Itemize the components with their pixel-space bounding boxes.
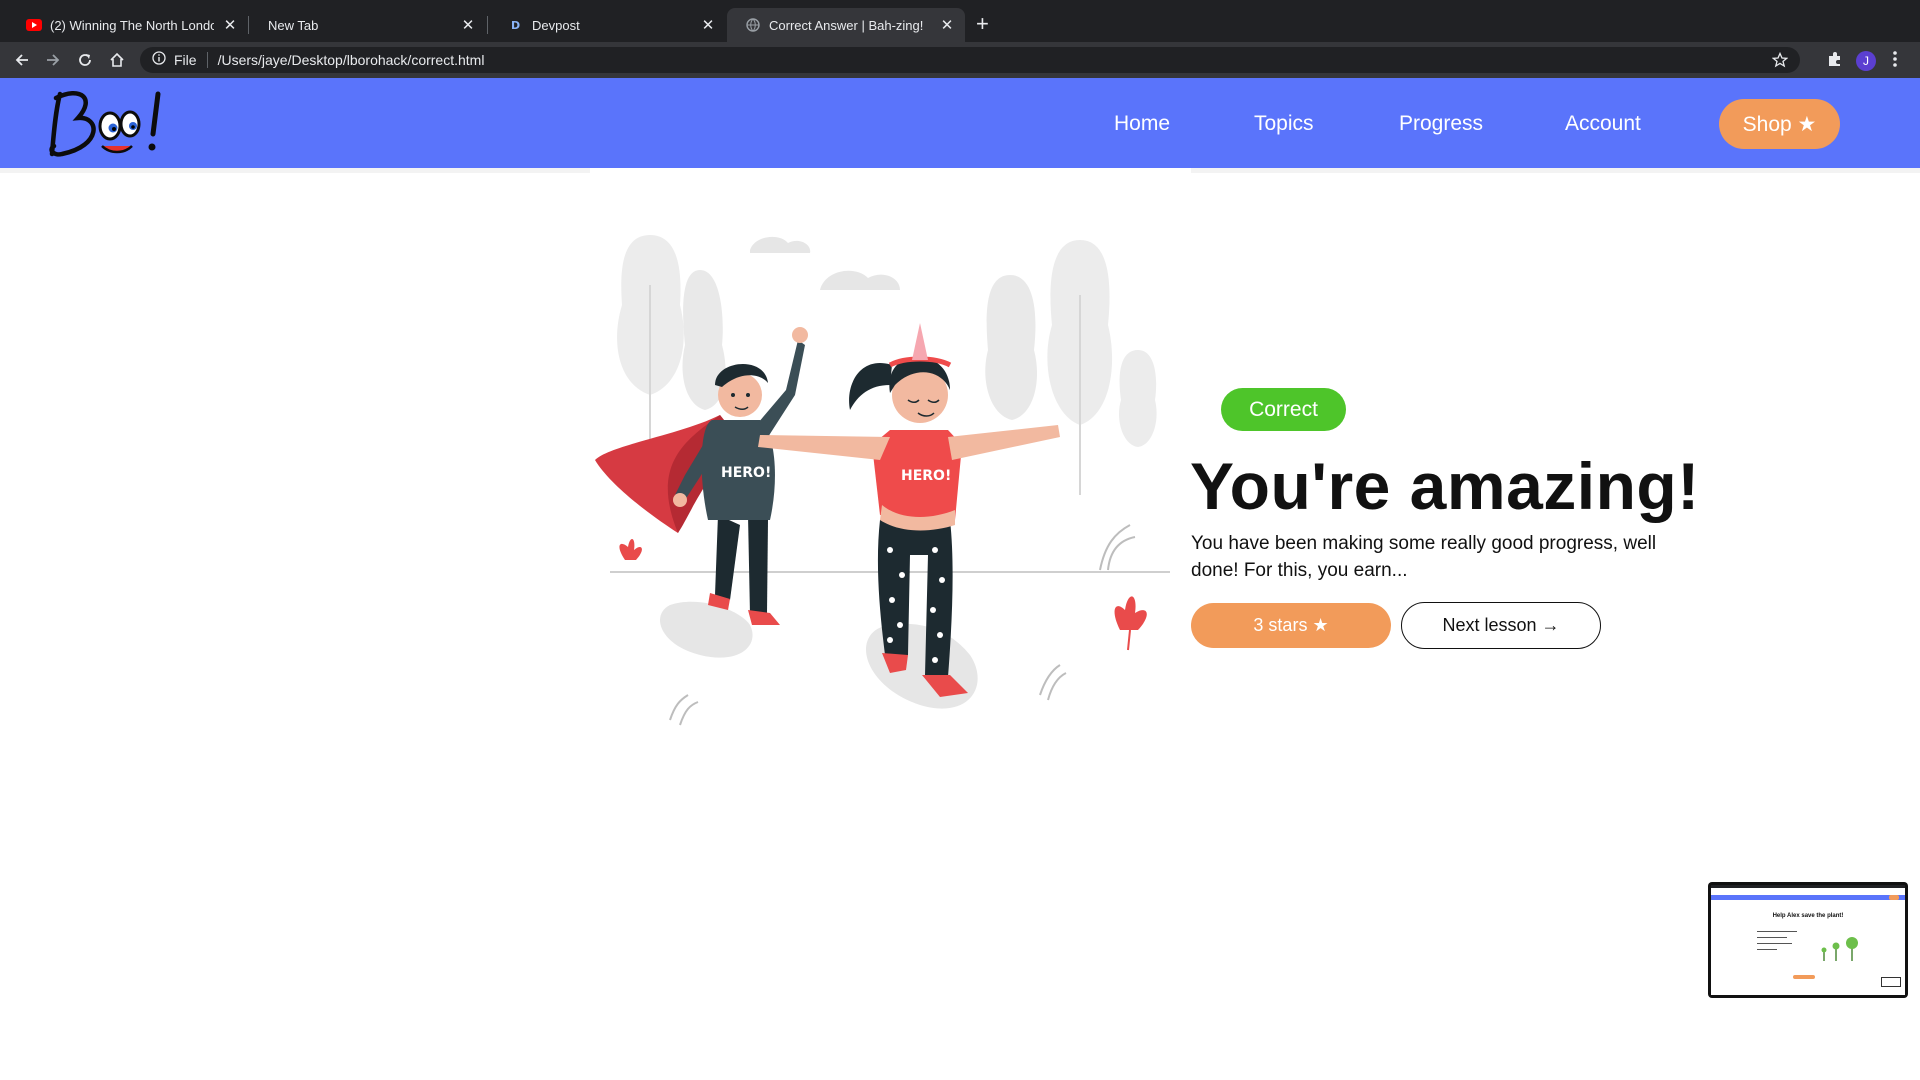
header-shadow-right — [1191, 168, 1920, 173]
tab-title: (2) Winning The North London — [50, 17, 214, 33]
profile-avatar[interactable]: J — [1856, 51, 1876, 71]
close-icon[interactable]: ✕ — [939, 17, 955, 34]
menu-kebab-icon[interactable] — [1892, 50, 1898, 73]
tab-divider — [248, 16, 249, 34]
kids-celebration-illustration: HERO! HERO! — [590, 215, 1180, 755]
boo-logo[interactable] — [40, 84, 170, 164]
nav-account[interactable]: Account — [1565, 112, 1641, 136]
tab-devpost[interactable]: D Devpost ✕ — [490, 8, 726, 42]
tab-title: Correct Answer | Bah-zing! — [769, 17, 924, 33]
tab-new-tab[interactable]: New Tab ✕ — [250, 8, 486, 42]
page-title: You're amazing! — [1190, 449, 1700, 523]
preview-line — [1757, 931, 1797, 932]
info-icon[interactable] — [152, 50, 166, 70]
shop-button[interactable]: Shop ★ — [1719, 99, 1840, 149]
youtube-icon — [26, 17, 42, 33]
preview-header — [1711, 895, 1905, 900]
svg-text:D: D — [511, 19, 520, 32]
tab-correct-answer[interactable]: Correct Answer | Bah-zing! ✕ — [727, 8, 965, 42]
plant-icon — [1821, 937, 1858, 961]
boy-shirt-text: HERO! — [721, 465, 771, 481]
tab-divider — [487, 16, 488, 34]
nav-topics[interactable]: Topics — [1254, 112, 1314, 136]
devpost-icon: D — [508, 17, 524, 33]
back-icon[interactable] — [12, 50, 32, 70]
url-text[interactable]: /Users/jaye/Desktop/lborohack/correct.ht… — [218, 52, 485, 68]
reload-icon[interactable] — [75, 50, 95, 70]
close-icon[interactable]: ✕ — [460, 17, 476, 34]
tab-youtube[interactable]: (2) Winning The North London ✕ — [8, 8, 248, 42]
home-icon[interactable] — [107, 50, 127, 70]
progress-message: You have been making some really good pr… — [1191, 533, 1657, 581]
close-icon[interactable]: ✕ — [222, 17, 238, 34]
preview-chrome — [1711, 885, 1905, 888]
globe-icon — [745, 17, 761, 33]
preview-title: Help Alex save the plant! — [1772, 913, 1844, 919]
tab-title: New Tab — [268, 17, 319, 33]
nav-home[interactable]: Home — [1114, 112, 1170, 136]
forward-icon[interactable] — [43, 50, 63, 70]
correct-badge: Correct — [1221, 388, 1346, 431]
nav-progress[interactable]: Progress — [1399, 112, 1483, 136]
browser-tabstrip: (2) Winning The North London ✕ New Tab ✕… — [0, 0, 1920, 42]
address-bar[interactable]: File /Users/jaye/Desktop/lborohack/corre… — [140, 47, 1800, 73]
preview-button — [1793, 975, 1815, 979]
preview-page: Help Alex save the plant! — [1711, 885, 1905, 995]
url-scheme-label: File — [174, 52, 197, 68]
new-tab-button[interactable]: + — [976, 13, 989, 35]
screen-share-preview[interactable]: Help Alex save the plant! — [1708, 882, 1908, 998]
preview-line — [1757, 949, 1777, 950]
girl-shirt-text: HERO! — [901, 468, 951, 484]
omnibox-divider — [206, 52, 208, 68]
next-lesson-button[interactable]: Next lesson → — [1401, 602, 1601, 649]
close-icon[interactable]: ✕ — [700, 17, 716, 34]
preview-line — [1757, 937, 1787, 938]
header-shadow-left — [0, 168, 590, 173]
bookmark-star-icon[interactable] — [1771, 51, 1789, 73]
site-header: Home Topics Progress Account Shop ★ — [0, 78, 1920, 168]
stars-reward-button[interactable]: 3 stars ★ — [1191, 603, 1391, 648]
preview-shop-button — [1889, 895, 1899, 900]
preview-line — [1757, 943, 1792, 944]
extensions-icon[interactable] — [1826, 50, 1844, 73]
browser-toolbar: File /Users/jaye/Desktop/lborohack/corre… — [0, 42, 1920, 78]
preview-thumbnail — [1881, 977, 1901, 987]
tab-title: Devpost — [532, 17, 580, 33]
